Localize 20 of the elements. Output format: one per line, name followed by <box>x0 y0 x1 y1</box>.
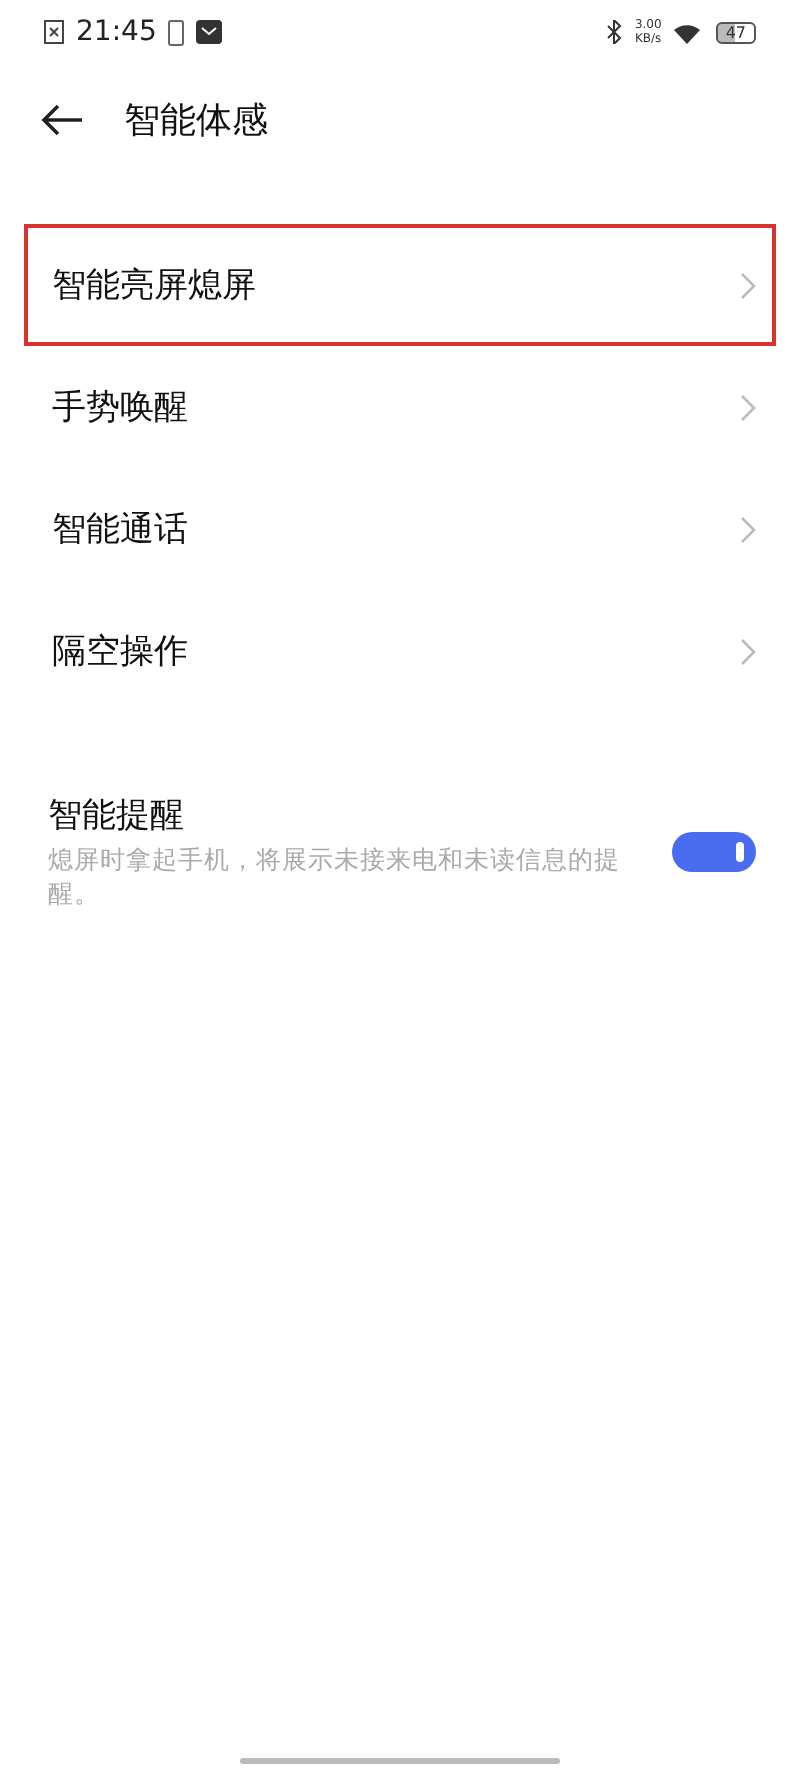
menu-item[interactable]: 智能通话 <box>24 468 776 590</box>
setting-title: 智能提醒 <box>48 794 186 838</box>
chevron-icon <box>740 637 756 665</box>
status-time: 21:45 <box>76 16 157 48</box>
mail-icon <box>196 20 223 44</box>
menu-item[interactable]: 智能亮屏熄屏 <box>24 224 776 346</box>
wifi-icon <box>673 21 704 43</box>
chevron-icon <box>740 393 756 421</box>
chevron-icon <box>740 271 756 299</box>
page-title: 智能体感 <box>124 97 268 143</box>
toggle-switch[interactable] <box>672 831 756 871</box>
menu-item[interactable]: 隔空操作 <box>24 590 776 712</box>
battery-level: 47 <box>715 21 756 43</box>
sim-icon <box>168 19 185 45</box>
back-icon[interactable] <box>40 103 84 135</box>
notification-icon <box>44 20 64 44</box>
chevron-icon <box>740 515 756 543</box>
menu-item[interactable]: 手势唤醒 <box>24 346 776 468</box>
setting-description: 熄屏时拿起手机，将展示未接来电和未读信息的提醒。 <box>48 842 622 910</box>
bluetooth-icon <box>606 20 623 44</box>
